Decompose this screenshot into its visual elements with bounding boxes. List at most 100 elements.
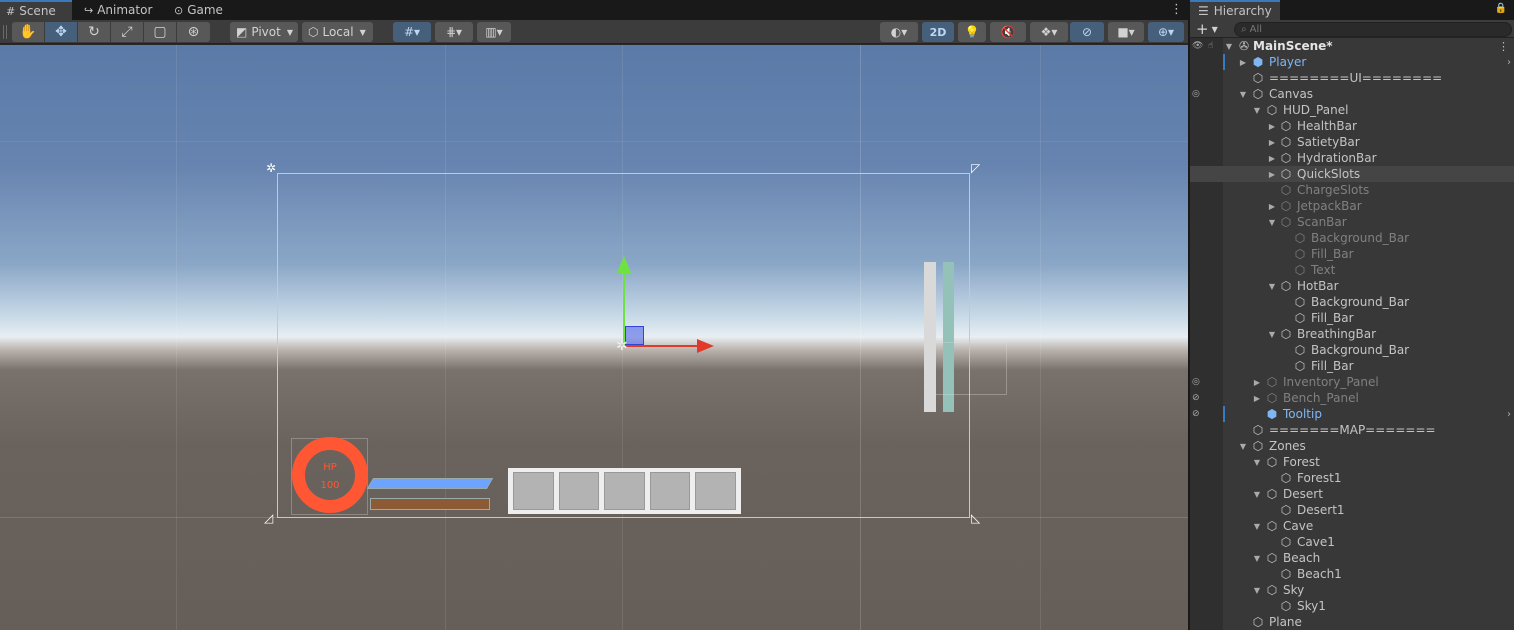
pivot-handle-icon[interactable]: ✲ [616, 338, 628, 354]
gizmo-x-axis[interactable] [625, 345, 700, 347]
expand-arrow-icon[interactable]: ▼ [1267, 282, 1277, 291]
expand-arrow-icon[interactable]: ▶ [1252, 394, 1262, 403]
tab-hierarchy[interactable]: ☰ Hierarchy [1190, 0, 1280, 20]
expand-arrow-icon[interactable]: ▶ [1267, 202, 1277, 211]
hierarchy-item-desert1[interactable]: ⬡ Desert1 [1190, 502, 1514, 518]
increment-snap-button[interactable]: ⋕▾ [435, 22, 473, 42]
ruler-button[interactable]: ▥▾ [477, 22, 511, 42]
expand-arrow-icon[interactable]: ▶ [1238, 58, 1248, 67]
create-button[interactable]: + ▼ [1196, 20, 1218, 38]
hydration-bar[interactable] [370, 498, 490, 510]
lighting-button[interactable]: 💡 [958, 22, 986, 42]
health-ring[interactable] [292, 437, 368, 513]
lock-icon[interactable]: 🔒 [1495, 3, 1507, 14]
expand-arrow-icon[interactable]: ▼ [1252, 522, 1262, 531]
expand-arrow-icon[interactable]: ▼ [1252, 490, 1262, 499]
transform-tool-button[interactable]: ⊛ [177, 22, 210, 42]
hierarchy-item-hotbar-fill[interactable]: ⬡ Fill_Bar [1190, 310, 1514, 326]
hierarchy-item-healthbar[interactable]: ▶ ⬡ HealthBar [1190, 118, 1514, 134]
hierarchy-item-map-separator[interactable]: ⬡ =======MAP======= [1190, 422, 1514, 438]
toggle-2d-button[interactable]: 2D [922, 22, 954, 42]
hierarchy-item-forest[interactable]: ▼ ⬡ Forest [1190, 454, 1514, 470]
rect-tool-button[interactable]: ▢ [144, 22, 177, 42]
expand-arrow-icon[interactable]: ▶ [1267, 122, 1277, 131]
hierarchy-item-plane[interactable]: ⬡ Plane [1190, 614, 1514, 630]
window-menu-icon[interactable]: ⋮ [1170, 2, 1183, 17]
hierarchy-item-zones[interactable]: ▼ ⬡ Zones [1190, 438, 1514, 454]
hierarchy-item-ui-separator[interactable]: ⬡ ========UI======== [1190, 70, 1514, 86]
hierarchy-item-bench-panel[interactable]: ⊘ ▶ ⬡ Bench_Panel [1190, 390, 1514, 406]
expand-arrow-icon[interactable]: ▼ [1252, 554, 1262, 563]
quick-slot[interactable] [649, 472, 691, 510]
gizmo-x-arrow-icon[interactable] [697, 339, 714, 353]
expand-arrow-icon[interactable]: ▼ [1252, 106, 1262, 115]
quick-slot[interactable] [604, 472, 645, 510]
pivot-dropdown[interactable]: ◩ Pivot ▼ [230, 22, 298, 42]
quick-slots[interactable] [508, 468, 741, 514]
hidden-eye-icon[interactable]: ⊘ [1192, 393, 1200, 403]
hierarchy-item-hydrationbar[interactable]: ▶ ⬡ HydrationBar [1190, 150, 1514, 166]
scene-menu-icon[interactable]: ⋮ [1498, 40, 1509, 53]
hidden-objects-button[interactable]: ⊘ [1070, 22, 1104, 42]
expand-arrow-icon[interactable]: ▼ [1238, 90, 1248, 99]
expand-arrow-icon[interactable]: ▶ [1252, 378, 1262, 387]
quick-slot[interactable] [558, 472, 600, 510]
hierarchy-item-scanbar-text[interactable]: ⬡ Text [1190, 262, 1514, 278]
expand-arrow-icon[interactable]: ▼ [1238, 442, 1248, 451]
hierarchy-search-input[interactable]: ⌕ All [1234, 22, 1512, 37]
hierarchy-item-jetpackbar[interactable]: ▶ ⬡ JetpackBar [1190, 198, 1514, 214]
quick-slot[interactable] [695, 472, 736, 510]
rotate-tool-button[interactable]: ↻ [78, 22, 111, 42]
camera-button[interactable]: ■▾ [1108, 22, 1144, 42]
hierarchy-item-satietybar[interactable]: ▶ ⬡ SatietyBar [1190, 134, 1514, 150]
hidden-eye-icon[interactable]: ⊘ [1192, 409, 1200, 419]
move-tool-button[interactable]: ✥ [45, 22, 78, 42]
hierarchy-item-breathingbar-background[interactable]: ⬡ Background_Bar [1190, 342, 1514, 358]
hierarchy-item-hotbar-background[interactable]: ⬡ Background_Bar [1190, 294, 1514, 310]
tab-animator[interactable]: ↪ Animator [78, 0, 158, 20]
scene-viewport[interactable]: ✲ ◸ ◿ ◺ HP 100 ✲ [0, 45, 1188, 630]
tab-scene[interactable]: # Scene [0, 0, 72, 20]
expand-arrow-icon[interactable]: ▼ [1252, 458, 1262, 467]
hierarchy-item-cave[interactable]: ▼ ⬡ Cave [1190, 518, 1514, 534]
hierarchy-item-scanbar-fill[interactable]: ⬡ Fill_Bar [1190, 246, 1514, 262]
corner-handle-icon[interactable]: ◸ [971, 161, 980, 175]
hidden-eye-icon[interactable]: ◎ [1192, 377, 1200, 387]
corner-handle-icon[interactable]: ◺ [971, 511, 980, 525]
chevron-right-icon[interactable]: › [1507, 57, 1511, 68]
audio-button[interactable]: 🔇 [990, 22, 1026, 42]
satiety-bar[interactable] [366, 478, 494, 489]
scale-tool-button[interactable]: ⤢ [111, 22, 144, 42]
hierarchy-item-scanbar-background[interactable]: ⬡ Background_Bar [1190, 230, 1514, 246]
hierarchy-item-sky[interactable]: ▼ ⬡ Sky [1190, 582, 1514, 598]
expand-arrow-icon[interactable]: ▶ [1267, 170, 1277, 179]
expand-arrow-icon[interactable]: ▼ [1267, 218, 1277, 227]
hierarchy-item-forest1[interactable]: ⬡ Forest1 [1190, 470, 1514, 486]
hidden-eye-icon[interactable]: ◎ [1192, 89, 1200, 99]
hierarchy-item-beach1[interactable]: ⬡ Beach1 [1190, 566, 1514, 582]
eye-icon[interactable]: 👁 [1192, 41, 1203, 51]
hand-tool-button[interactable]: ✋ [12, 22, 45, 42]
draw-mode-button[interactable]: ◐▾ [880, 22, 918, 42]
hierarchy-item-hotbar[interactable]: ▼ ⬡ HotBar [1190, 278, 1514, 294]
chevron-right-icon[interactable]: › [1507, 409, 1511, 420]
gizmo-xy-plane-handle[interactable] [625, 326, 644, 345]
anchor-handle-icon[interactable]: ✲ [266, 161, 276, 175]
hierarchy-item-breathingbar[interactable]: ▼ ⬡ BreathingBar [1190, 326, 1514, 342]
expand-arrow-icon[interactable]: ▶ [1267, 138, 1277, 147]
expand-arrow-icon[interactable]: ▼ [1224, 42, 1234, 51]
expand-arrow-icon[interactable]: ▶ [1267, 154, 1277, 163]
hierarchy-item-quickslots[interactable]: ▶ ⬡ QuickSlots [1190, 166, 1514, 182]
hierarchy-item-sky1[interactable]: ⬡ Sky1 [1190, 598, 1514, 614]
toolbar-grip[interactable] [3, 25, 7, 39]
corner-handle-icon[interactable]: ◿ [264, 511, 273, 525]
space-dropdown[interactable]: ⬡ Local ▼ [302, 22, 373, 42]
grid-snap-button[interactable]: #▾ [393, 22, 431, 42]
hierarchy-item-canvas[interactable]: ◎ ▼ ⬡ Canvas [1190, 86, 1514, 102]
hierarchy-item-player[interactable]: ▶ ⬢ Player › [1190, 54, 1514, 70]
quick-slot[interactable] [513, 472, 554, 510]
expand-arrow-icon[interactable]: ▼ [1267, 330, 1277, 339]
hierarchy-item-beach[interactable]: ▼ ⬡ Beach [1190, 550, 1514, 566]
hierarchy-item-chargeslots[interactable]: ⬡ ChargeSlots [1190, 182, 1514, 198]
hierarchy-item-breathingbar-fill[interactable]: ⬡ Fill_Bar [1190, 358, 1514, 374]
